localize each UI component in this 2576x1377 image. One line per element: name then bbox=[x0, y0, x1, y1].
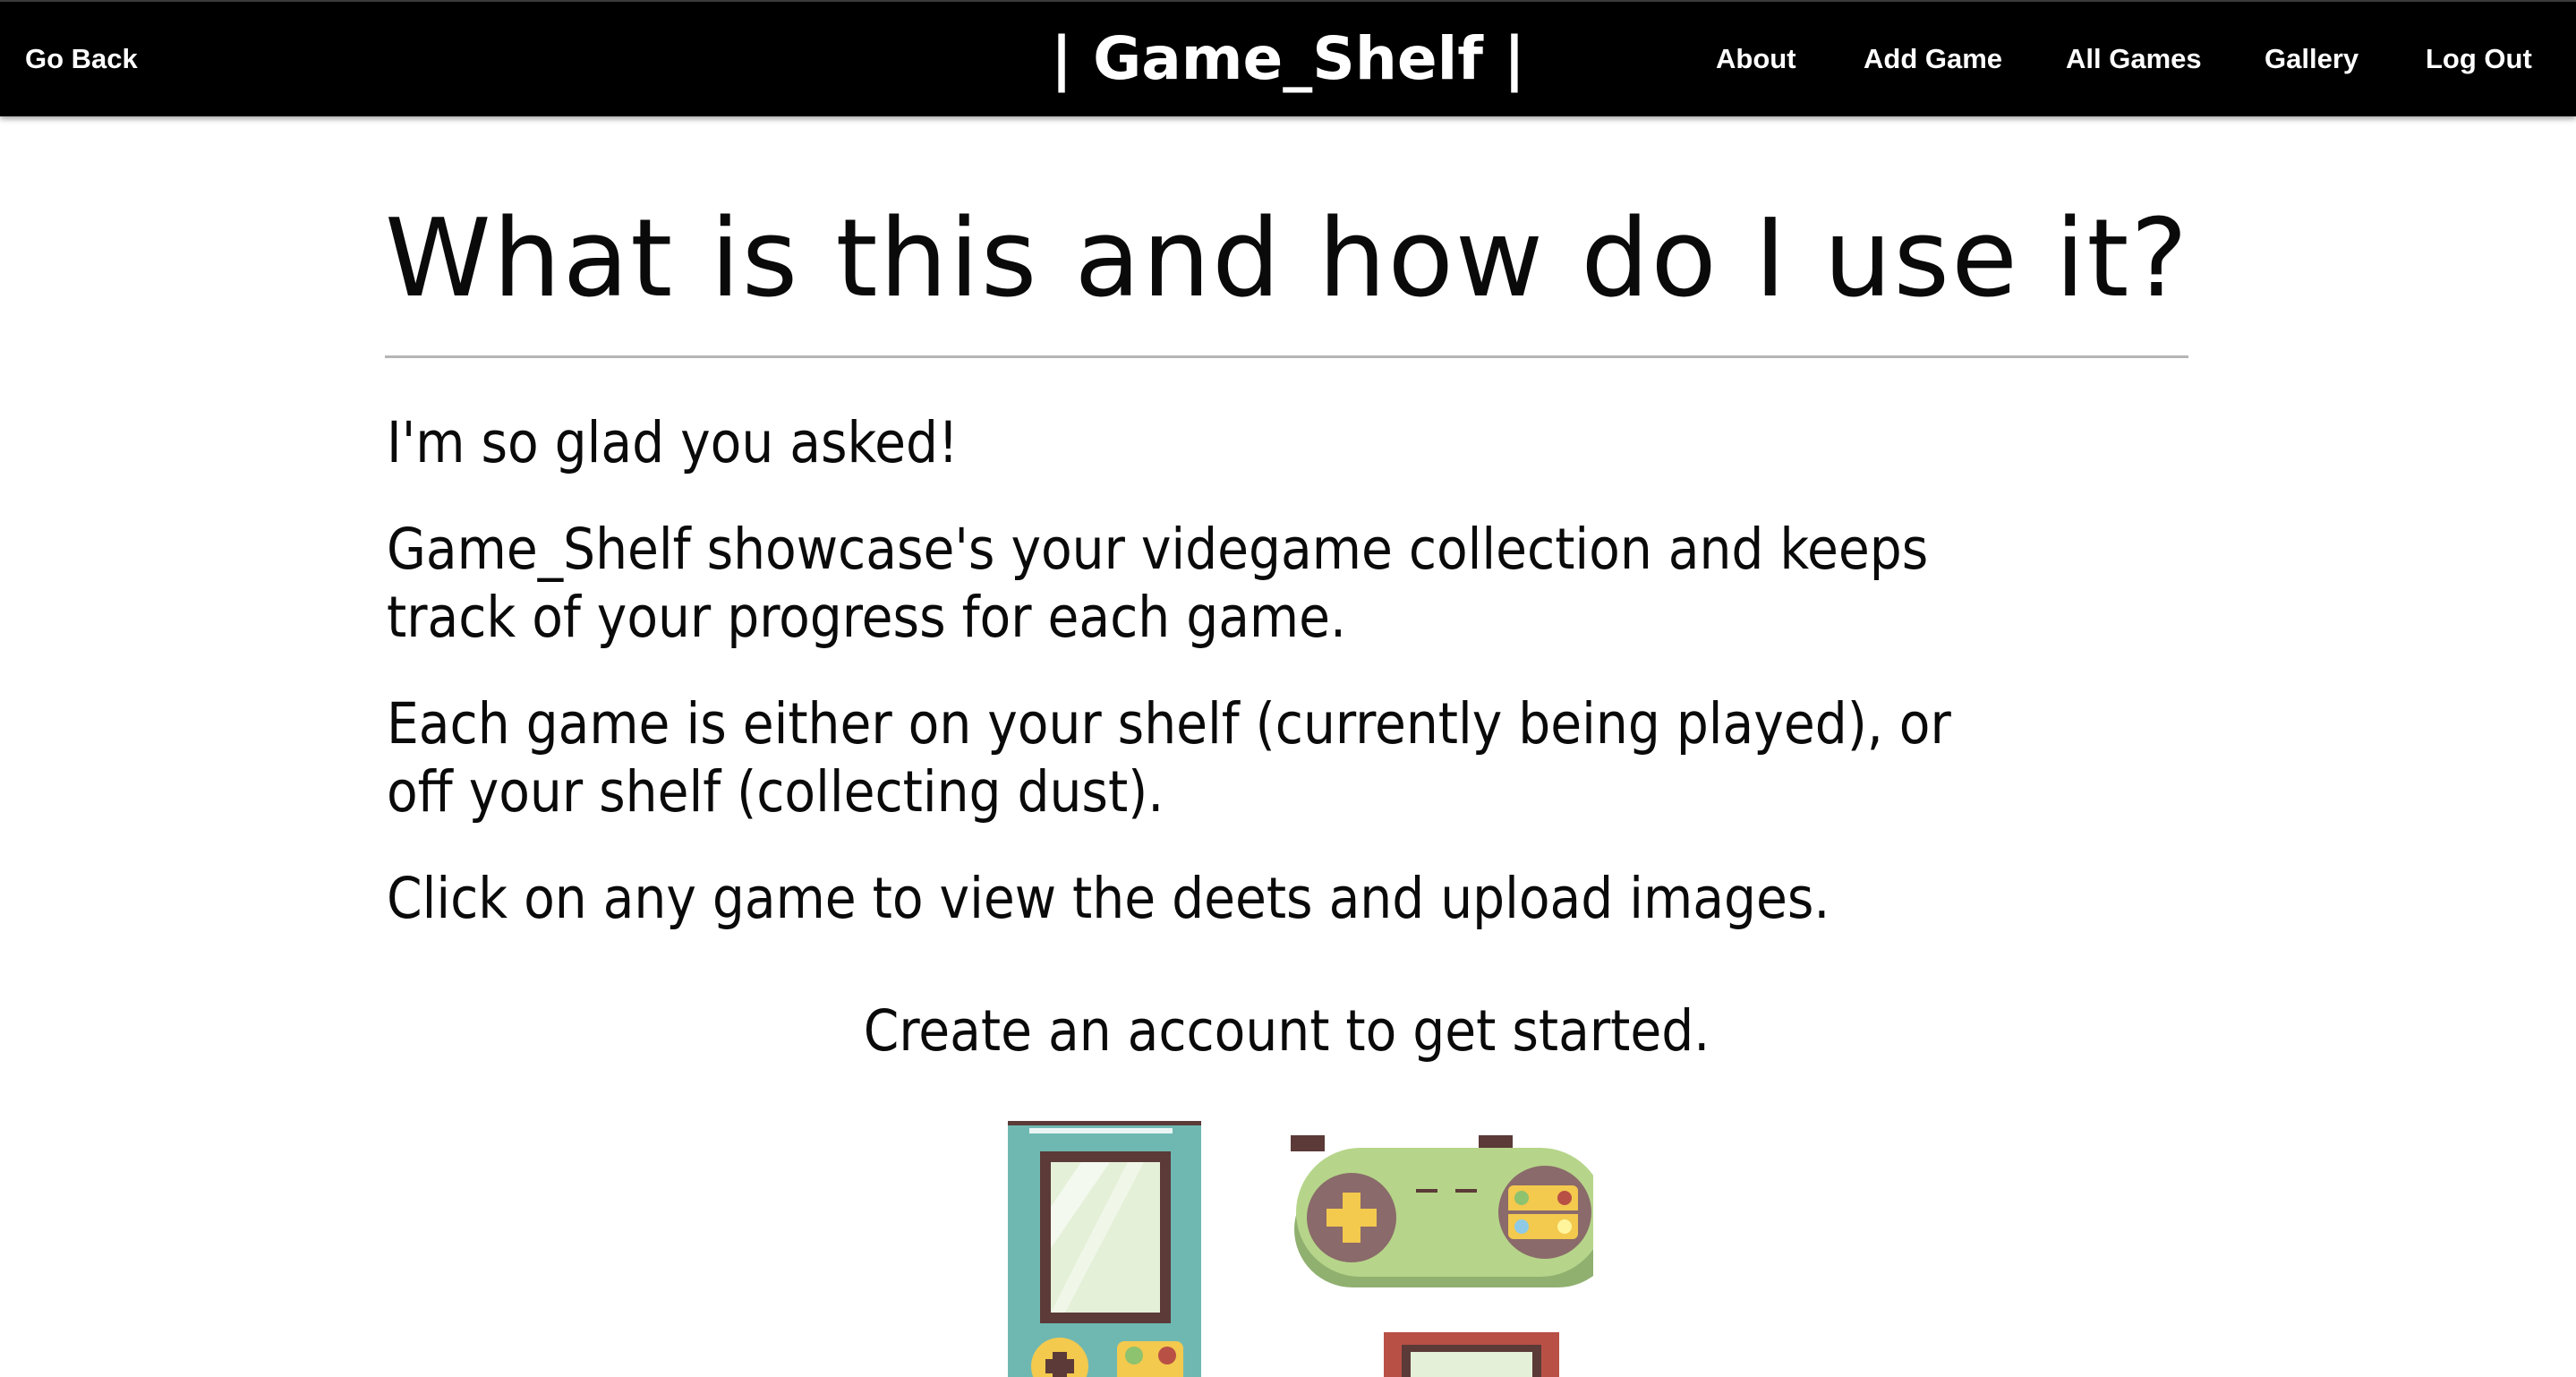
game-consoles-illustration bbox=[1008, 1121, 1593, 1377]
nav-all-games-link[interactable]: All Games bbox=[2066, 2, 2202, 116]
click-paragraph: Click on any game to view the deets and … bbox=[387, 866, 1830, 931]
top-navbar: Go Back | Game_Shelf | About Add Game Al… bbox=[0, 0, 2576, 116]
go-back-link[interactable]: Go Back bbox=[25, 2, 138, 116]
showcase-paragraph: Game_Shelf showcase's your videgame coll… bbox=[387, 516, 1928, 652]
nav-gallery-link[interactable]: Gallery bbox=[2265, 2, 2358, 116]
shelf-line-2: off your shelf (collecting dust). bbox=[387, 759, 1164, 825]
shelf-paragraph: Each game is either on your shelf (curre… bbox=[387, 690, 1951, 826]
showcase-line-2: track of your progress for each game. bbox=[387, 585, 1347, 650]
nav-about-link[interactable]: About bbox=[1716, 2, 1796, 116]
nav-add-game-link[interactable]: Add Game bbox=[1864, 2, 2002, 116]
nav-log-out-link[interactable]: Log Out bbox=[2426, 2, 2532, 116]
gamepad-icon bbox=[1291, 1135, 1593, 1287]
showcase-line-1: Game_Shelf showcase's your videgame coll… bbox=[387, 517, 1929, 582]
intro-paragraph: I'm so glad you asked! bbox=[387, 410, 959, 475]
shelf-line-1: Each game is either on your shelf (curre… bbox=[387, 691, 1951, 757]
about-content: What is this and how do I use it? I'm so… bbox=[385, 161, 2190, 1064]
create-account-paragraph: Create an account to get started. bbox=[863, 998, 1710, 1064]
retro-console-icon bbox=[1384, 1332, 1559, 1377]
brand-link[interactable]: | Game_Shelf | bbox=[1051, 24, 1525, 93]
handheld-console-icon bbox=[1008, 1121, 1201, 1377]
page-heading: What is this and how do I use it? bbox=[385, 197, 2190, 321]
